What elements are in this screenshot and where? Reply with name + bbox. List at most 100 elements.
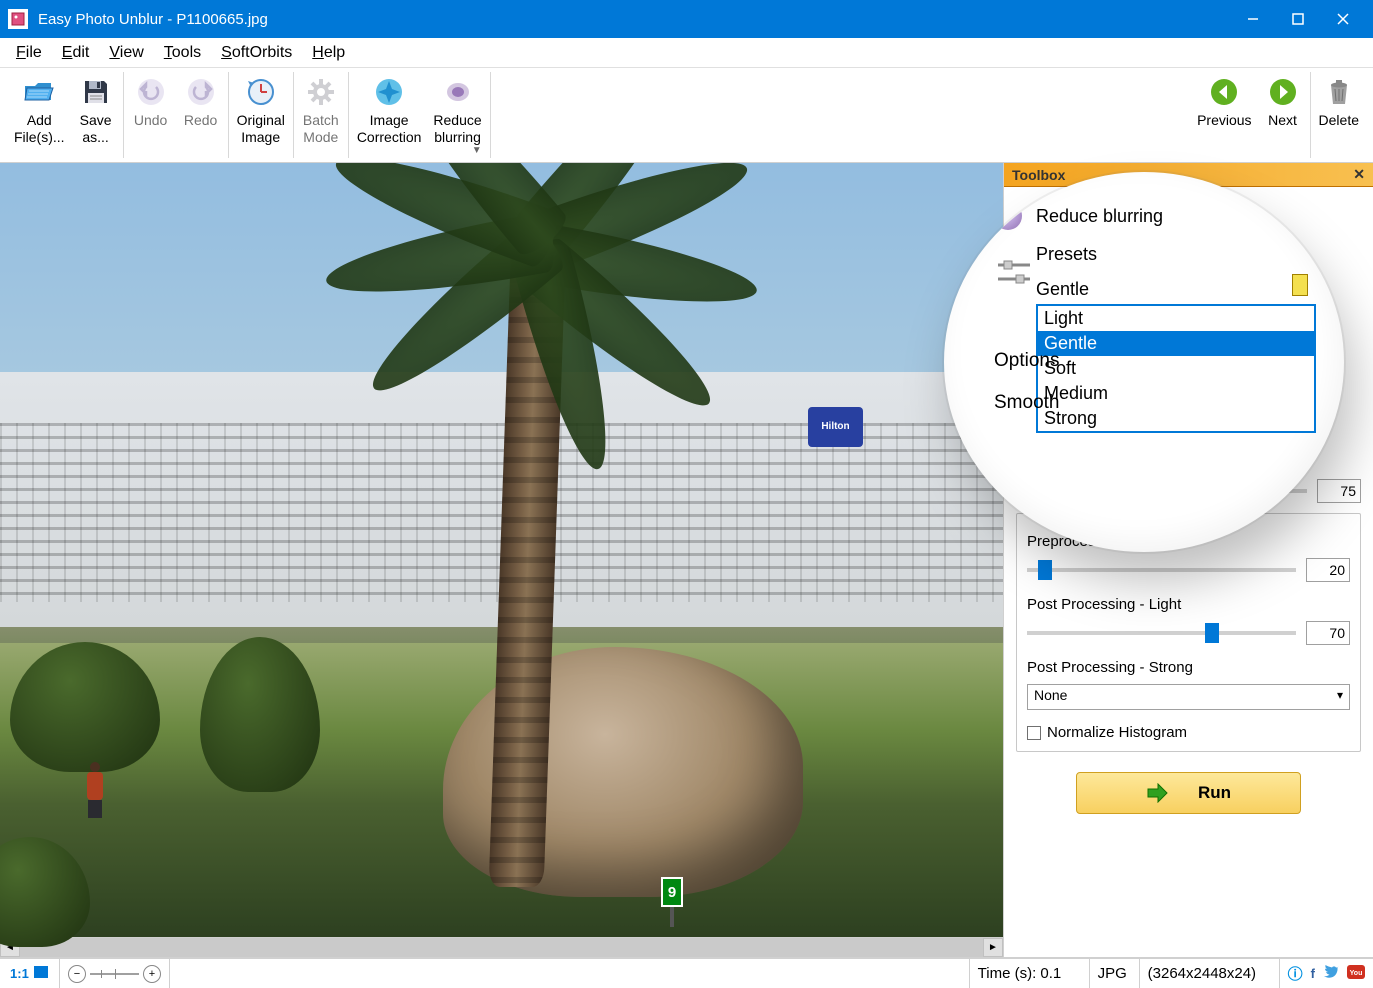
gear-icon: [305, 76, 337, 108]
twitter-icon[interactable]: [1323, 965, 1339, 983]
image-area: Hilton 9: [0, 163, 1003, 957]
normalize-histogram-label: Normalize Histogram: [1047, 724, 1187, 741]
menubar: File Edit View Tools SoftOrbits Help: [0, 38, 1373, 68]
redo-button[interactable]: Redo: [176, 72, 226, 158]
preset-option-strong[interactable]: Strong: [1038, 406, 1314, 431]
add-files-button[interactable]: Add File(s)...: [8, 72, 71, 158]
maximize-button[interactable]: [1275, 0, 1320, 38]
zoom-in-button[interactable]: +: [143, 965, 161, 983]
image-correction-label: Image Correction: [357, 112, 422, 146]
delete-button[interactable]: Delete: [1313, 72, 1365, 158]
status-dimensions: (3264x2448x24): [1140, 959, 1280, 988]
toolbox-title: Toolbox: [1012, 167, 1065, 183]
menu-softorbits[interactable]: SoftOrbits: [211, 41, 302, 65]
image-viewport[interactable]: Hilton 9: [0, 163, 1003, 937]
menu-tools[interactable]: Tools: [154, 41, 211, 65]
preset-option-gentle[interactable]: Gentle: [1038, 331, 1314, 356]
main-area: Hilton 9: [0, 163, 1373, 957]
sliders-icon: [994, 257, 1034, 289]
preprocessing-slider[interactable]: [1027, 568, 1296, 572]
menu-file[interactable]: File: [6, 41, 52, 65]
batch-mode-label: Batch Mode: [303, 112, 339, 146]
reduce-blurring-button[interactable]: Reduce blurring ▼: [427, 72, 487, 158]
image-correction-button[interactable]: Image Correction: [351, 72, 428, 158]
undo-button[interactable]: Undo: [126, 72, 176, 158]
svg-text:You: You: [1350, 970, 1363, 977]
post-strong-dropdown[interactable]: None: [1027, 684, 1350, 710]
preset-option-light[interactable]: Light: [1038, 306, 1314, 331]
sparkle-icon: [373, 76, 405, 108]
blur-icon: [442, 76, 474, 108]
delete-label: Delete: [1319, 112, 1359, 129]
toolbar: Add File(s)... Saveas... Undo Redo Origi…: [0, 68, 1373, 163]
post-light-label: Post Processing - Light: [1027, 596, 1350, 613]
scroll-right-button[interactable]: ►: [983, 938, 1003, 957]
reduce-blurring-label: Reduce blurring: [433, 112, 481, 146]
close-button[interactable]: [1320, 0, 1365, 38]
options-label: Options: [994, 350, 1059, 372]
preprocessing-value[interactable]: [1306, 558, 1350, 582]
minimize-button[interactable]: [1230, 0, 1275, 38]
previous-button[interactable]: Previous: [1191, 72, 1257, 158]
undo-icon: [135, 76, 167, 108]
run-button[interactable]: Run: [1076, 772, 1301, 814]
next-button[interactable]: Next: [1258, 72, 1308, 158]
post-light-slider[interactable]: [1027, 631, 1296, 635]
next-icon: [1267, 76, 1299, 108]
presets-selected[interactable]: Gentle: [1036, 277, 1306, 302]
folder-open-icon: [23, 76, 55, 108]
app-icon: [8, 9, 28, 29]
blur-icon: [994, 202, 1022, 230]
undo-label: Undo: [134, 112, 167, 129]
titlebar: Easy Photo Unblur - P1100665.jpg: [0, 0, 1373, 38]
zoom-out-button[interactable]: −: [68, 965, 86, 983]
hotel-logo: Hilton: [808, 407, 863, 447]
magnifier-overlay: Reduce blurring Presets Gentle Light Gen…: [944, 172, 1344, 552]
youtube-icon[interactable]: You: [1347, 965, 1365, 983]
batch-mode-button[interactable]: Batch Mode: [296, 72, 346, 158]
status-format: JPG: [1090, 959, 1140, 988]
toolbox-close-button[interactable]: ✕: [1353, 166, 1365, 183]
smooth-label: Smooth: [994, 392, 1059, 414]
trash-icon: [1323, 76, 1355, 108]
detail-value[interactable]: [1317, 479, 1361, 503]
previous-label: Previous: [1197, 112, 1251, 129]
fit-screen-icon[interactable]: [33, 965, 49, 983]
horizontal-scrollbar[interactable]: ◄ ►: [0, 937, 1003, 957]
presets-label: Presets: [1036, 244, 1314, 265]
zoom-1-1-button[interactable]: 1:1: [10, 966, 29, 981]
redo-icon: [185, 76, 217, 108]
normalize-histogram-checkbox[interactable]: [1027, 726, 1041, 740]
add-files-label: Add File(s)...: [14, 112, 65, 146]
post-light-value[interactable]: [1306, 621, 1350, 645]
statusbar: 1:1 − + Time (s): 0.1 JPG (3264x2448x24)…: [0, 957, 1373, 988]
clock-restore-icon: [245, 76, 277, 108]
sign-number: 9: [661, 877, 683, 907]
facebook-icon[interactable]: f: [1311, 966, 1315, 981]
original-image-label: Original Image: [237, 112, 285, 146]
section-title: Reduce blurring: [1036, 206, 1163, 227]
toolbox-panel: Toolbox ✕ Reduce blurring Presets Gentle: [1003, 163, 1373, 957]
menu-help[interactable]: Help: [302, 41, 355, 65]
post-strong-label: Post Processing - Strong: [1027, 659, 1350, 676]
dropdown-arrow-icon[interactable]: ▼: [472, 145, 482, 156]
window-title: Easy Photo Unblur - P1100665.jpg: [38, 11, 1230, 28]
original-image-button[interactable]: Original Image: [231, 72, 291, 158]
presets-dropdown-button[interactable]: [1292, 274, 1308, 296]
save-as-label: Saveas...: [80, 112, 112, 146]
menu-edit[interactable]: Edit: [52, 41, 100, 65]
run-arrow-icon: [1146, 783, 1168, 803]
status-time: Time (s): 0.1: [970, 959, 1090, 988]
run-label: Run: [1198, 783, 1231, 803]
presets-dropdown-list[interactable]: Light Gentle Soft Medium Strong: [1036, 304, 1316, 433]
floppy-disk-icon: [80, 76, 112, 108]
denoise-group: Denoise Preprocessing Post Processing - …: [1016, 513, 1361, 752]
redo-label: Redo: [184, 112, 217, 129]
zoom-slider[interactable]: [90, 973, 139, 975]
preset-option-medium[interactable]: Medium: [1038, 381, 1314, 406]
previous-icon: [1208, 76, 1240, 108]
menu-view[interactable]: View: [99, 41, 153, 65]
info-icon[interactable]: ⓘ: [1288, 963, 1303, 984]
preset-option-soft[interactable]: Soft: [1038, 356, 1314, 381]
save-as-button[interactable]: Saveas...: [71, 72, 121, 158]
